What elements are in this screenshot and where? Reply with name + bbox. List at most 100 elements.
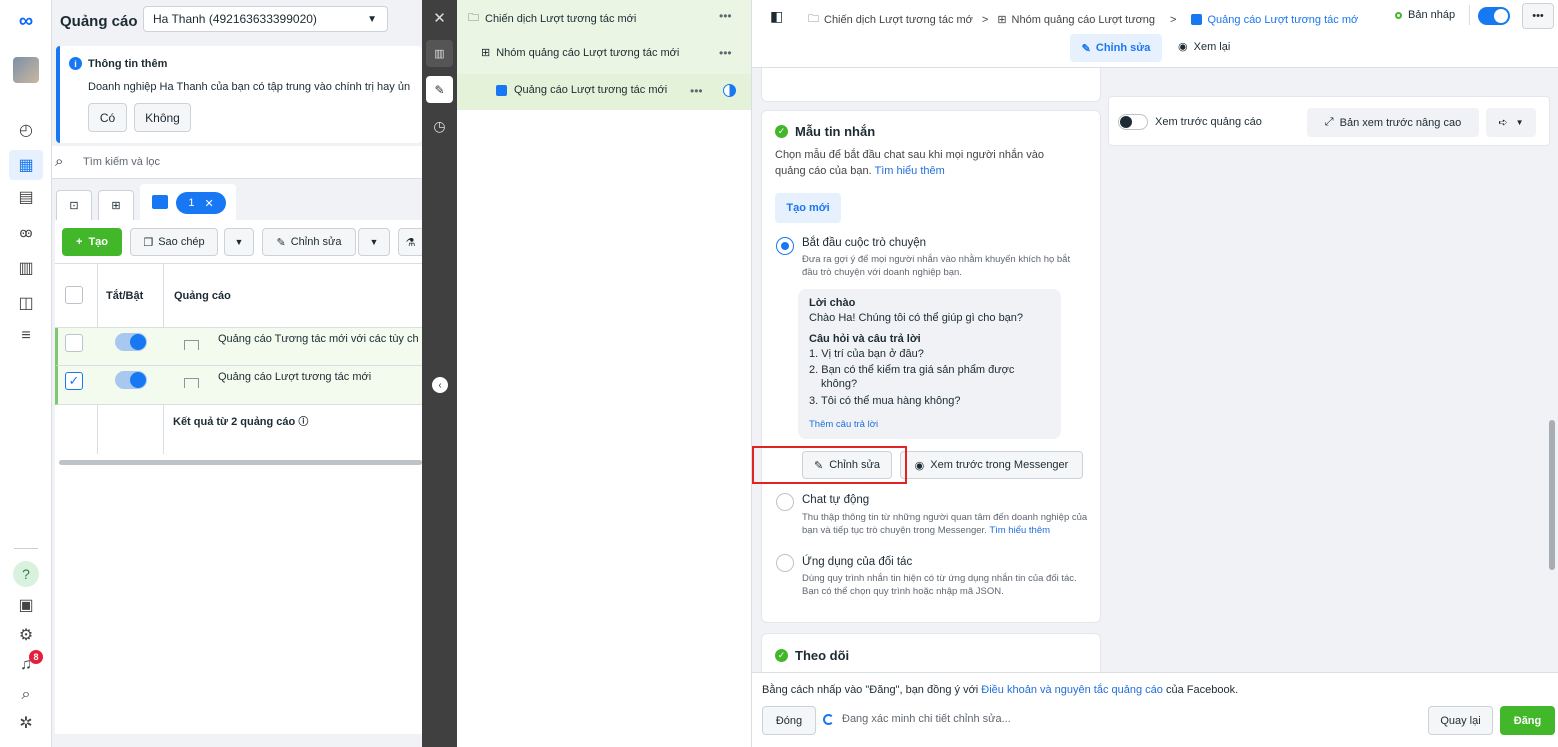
selected-chip[interactable]: 1 ✕ [176, 192, 226, 214]
breadcrumb-adset[interactable]: Nhóm quảng cáo Lượt tương [1012, 14, 1156, 26]
terms-suffix: của Facebook. [1162, 684, 1239, 696]
catalog-icon[interactable]: ▥ [13, 255, 39, 281]
ad-name[interactable]: Quảng cáo Lượt tương tác mới [218, 371, 371, 383]
row-checkbox[interactable] [65, 334, 83, 352]
close-editor-icon[interactable]: ✕ [426, 4, 453, 31]
publish-button[interactable]: Đăng [1500, 706, 1555, 735]
learn-more-link[interactable]: Tìm hiểu thêm [875, 165, 945, 177]
tree-adset-label: Nhóm quảng cáo Lượt tương tác mới [496, 46, 680, 59]
ad-icon [1191, 14, 1203, 25]
help-icon[interactable]: ? [13, 561, 39, 587]
pencil-icon: ✎ [1081, 42, 1091, 55]
terms-prefix: Bằng cách nhấp vào "Đăng", bạn đồng ý vớ… [762, 684, 982, 696]
more-icon[interactable]: ••• [690, 84, 703, 98]
avatar[interactable] [13, 57, 39, 83]
settings-icon[interactable]: ⚙ [13, 622, 39, 648]
audience-icon[interactable]: ꙭ [13, 220, 39, 246]
edit-dropdown[interactable]: ▼ [358, 228, 390, 256]
ad-on-toggle[interactable] [1478, 7, 1510, 25]
bug-icon[interactable]: ✲ [13, 710, 39, 736]
ad-name[interactable]: Quảng cáo Tương tác mới với các tùy ch [218, 333, 422, 345]
template-preview-box: Lời chào Chào Ha! Chúng tôi có thể giúp … [798, 289, 1061, 439]
more-options-button[interactable]: ••• [1522, 3, 1554, 29]
vertical-scrollbar[interactable] [1549, 420, 1555, 570]
edit-button[interactable]: ✎ Chỉnh sửa [262, 228, 356, 256]
add-answer-link[interactable]: Thêm câu trả lời [809, 419, 878, 430]
notice-no-button[interactable]: Không [134, 103, 191, 132]
verifying-text: Đang xác minh chi tiết chỉnh sửa... [842, 713, 1011, 725]
select-all-checkbox[interactable] [65, 286, 83, 304]
menu-icon[interactable]: ≡ [13, 323, 39, 349]
create-button[interactable]: + Tạo [62, 228, 122, 256]
test-button[interactable]: ⚗ [398, 228, 422, 256]
search-icon[interactable]: ⌕ [13, 682, 39, 708]
tree-ad[interactable]: Quảng cáo Lượt tương tác mới [496, 84, 667, 96]
media-icon[interactable]: ◫ [13, 290, 39, 316]
terms-link[interactable]: Điều khoản và nguyên tắc quảng cáo [981, 684, 1163, 696]
sidebar-toggle-icon[interactable]: ◧ [770, 8, 783, 25]
row-toggle[interactable] [115, 333, 147, 351]
breadcrumb-ad[interactable]: Quảng cáo Lượt tương tác mớ [1207, 14, 1358, 26]
pages-icon[interactable]: ▤ [13, 184, 39, 210]
row-toggle[interactable] [115, 371, 147, 389]
ad-preview-panel: Xem trước quảng cáo ⤢ Bản xem trước nâng … [1108, 96, 1550, 146]
row-checkbox[interactable]: ✓ [65, 372, 83, 390]
tab-adsets[interactable]: ⊞ [98, 190, 134, 220]
table-row[interactable]: Quảng cáo Tương tác mới với các tùy ch [55, 328, 422, 366]
section-title: ✓ Mẫu tin nhắn [775, 124, 875, 139]
close-button[interactable]: Đóng [762, 706, 816, 735]
option-label[interactable]: Chat tự động [802, 494, 869, 506]
account-selector[interactable]: Ha Thanh (492163633399020) ▼ [143, 6, 388, 32]
news-icon[interactable]: ▣ [13, 592, 39, 618]
table-row[interactable]: ✓ Quảng cáo Lượt tương tác mới [55, 366, 422, 405]
clock-icon[interactable]: ◷ [426, 113, 453, 140]
close-icon[interactable]: ✕ [204, 197, 213, 210]
more-icon[interactable]: ••• [719, 46, 732, 60]
tab-review[interactable]: ◉ Xem lại [1178, 40, 1230, 54]
collapse-icon[interactable]: ‹ [432, 377, 448, 393]
ad-preview-icon [184, 378, 199, 388]
duplicate-button[interactable]: ❐ Sao chép [130, 228, 218, 256]
preview-messenger-button[interactable]: ◉ Xem trước trong Messenger [900, 451, 1083, 479]
search-input[interactable]: Tìm kiếm và lọc [83, 156, 160, 168]
advanced-preview-button[interactable]: ⤢ Bản xem trước nâng cao [1307, 108, 1479, 137]
share-dropdown-button[interactable]: ➪ ▼ [1486, 108, 1536, 137]
radio-auto-chat[interactable] [776, 493, 794, 511]
tree-campaign[interactable]: 🗀 Chiến dịch Lượt tương tác mới [468, 9, 636, 28]
tree-campaign-label: Chiến dịch Lượt tương tác mới [485, 12, 637, 25]
search-bar[interactable]: ⌕ Tìm kiếm và lọc [52, 146, 422, 179]
tree-adset[interactable]: ⊞ Nhóm quảng cáo Lượt tương tác mới [481, 46, 680, 60]
breadcrumb-campaign[interactable]: Chiến dịch Lượt tương tác mớ [824, 14, 973, 26]
info-icon[interactable]: ⓘ [298, 417, 308, 428]
editor-side-strip: ✕ ▥ ✎ ◷ ‹ [422, 0, 457, 747]
radio-start-conversation[interactable] [776, 237, 794, 255]
learn-more-link[interactable]: Tìm hiểu thêm [989, 525, 1050, 536]
column-header-ad[interactable]: Quảng cáo [174, 290, 231, 302]
eye-icon: ◉ [1178, 41, 1188, 53]
duplicate-label: Sao chép [158, 236, 205, 248]
radio-partner-app[interactable] [776, 554, 794, 572]
tab-campaigns[interactable]: ⊡ [56, 190, 92, 220]
section-description: Chọn mẫu để bắt đầu chat sau khi mọi ngư… [775, 147, 1065, 179]
create-new-button[interactable]: Tạo mới [775, 193, 841, 223]
horizontal-scrollbar[interactable] [59, 460, 422, 465]
tab-edit[interactable]: ✎ Chỉnh sửa [1070, 34, 1162, 62]
ads-table-icon[interactable]: ▦ [13, 152, 39, 178]
duplicate-dropdown[interactable]: ▼ [224, 228, 254, 256]
meta-logo-icon[interactable]: ∞ [13, 8, 39, 34]
preview-toggle[interactable] [1118, 114, 1148, 130]
back-button[interactable]: Quay lại [1428, 706, 1493, 735]
folder-icon: 🗀 [808, 13, 819, 25]
pencil-icon[interactable]: ✎ [426, 76, 453, 103]
preview-toggle-label: Xem trước quảng cáo [1155, 116, 1262, 128]
more-icon[interactable]: ••• [719, 9, 732, 23]
option-label[interactable]: Bắt đầu cuộc trò chuyện [802, 237, 926, 249]
column-header-toggle[interactable]: Tắt/Bật [106, 290, 143, 302]
chart-icon[interactable]: ▥ [426, 40, 453, 67]
tab-ads[interactable]: 1 ✕ [140, 184, 236, 222]
edit-label: Chỉnh sửa [290, 236, 342, 248]
option-label[interactable]: Ứng dụng của đối tác [802, 556, 912, 568]
dashboard-icon[interactable]: ◴ [13, 117, 39, 143]
notice-yes-button[interactable]: Có [88, 103, 127, 132]
flask-icon: ⚗ [405, 236, 416, 249]
